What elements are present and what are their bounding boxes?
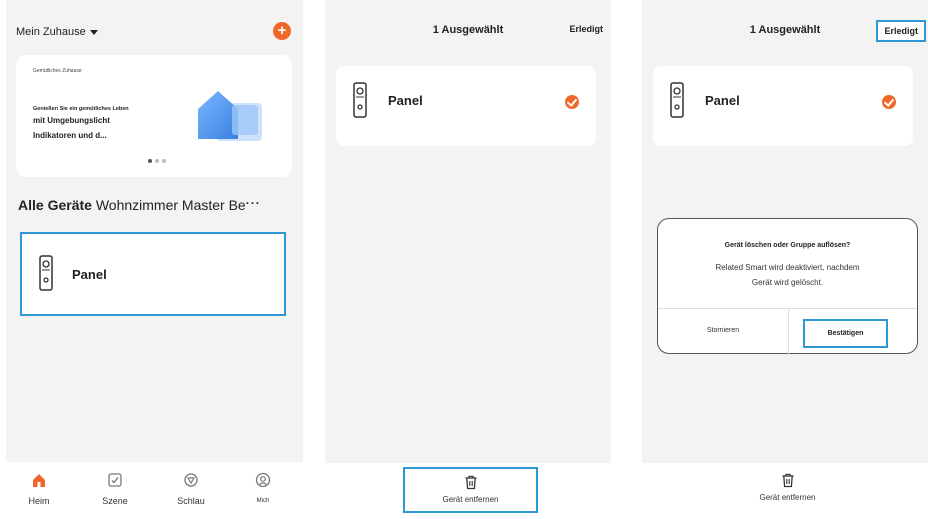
- dialog-overlay: Gerät löschen oder Gruppe auflösen? Rela…: [642, 0, 928, 519]
- home-title: Mein Zuhause: [16, 26, 86, 38]
- caret-down-icon: [89, 29, 98, 35]
- tab-szene[interactable]: Szene: [90, 472, 140, 506]
- remove-device-label: Gerät entfernen: [442, 495, 499, 504]
- dialog-message-line1: Related Smart wird deaktiviert, nachdem: [715, 263, 860, 272]
- done-button[interactable]: Erledigt: [569, 24, 603, 34]
- dialog-button-divider: [788, 308, 789, 354]
- carousel-dot[interactable]: [155, 159, 159, 163]
- dialog-message-line2: Gerät wird gelöscht.: [751, 278, 824, 287]
- smart-icon: [184, 473, 198, 487]
- dialog-message: Related Smart wird deaktiviert, nachdem …: [658, 260, 917, 290]
- room-tabs: Alle Geräte Wohnzimmer Master Be···: [18, 196, 261, 213]
- dialog-title: Gerät löschen oder Gruppe auflösen?: [724, 242, 851, 249]
- selection-title: 1 Ausgewählt: [432, 24, 504, 36]
- selected-check-icon[interactable]: [565, 95, 579, 109]
- more-rooms-button[interactable]: ···: [246, 196, 261, 210]
- delete-confirm-dialog: Gerät löschen oder Gruppe auflösen? Rela…: [657, 218, 918, 354]
- tab-mich[interactable]: Mich: [238, 472, 288, 504]
- carousel-dot[interactable]: [162, 159, 166, 163]
- trash-icon: [465, 475, 476, 490]
- delete-confirm-screen: 1 Ausgewählt Erledigt Panel Gerät entfer…: [642, 0, 928, 519]
- tab-label: Mich: [256, 498, 270, 504]
- panel-device-icon: [39, 255, 53, 291]
- device-card-panel[interactable]: Panel: [20, 232, 286, 316]
- cancel-button[interactable]: Stornieren: [658, 308, 788, 354]
- stage: Mein Zuhause + Gemütliches Zuhause Genie…: [0, 0, 928, 519]
- banner-line3: Indikatoren und d...: [33, 131, 107, 140]
- tab-label: Schlau: [177, 496, 205, 506]
- device-name: Panel: [72, 267, 107, 282]
- scene-icon: [108, 473, 122, 487]
- promo-banner[interactable]: Gemütliches Zuhause Genießen Sie ein gem…: [16, 55, 292, 177]
- banner-line2: mit Umgebungslicht: [33, 116, 110, 125]
- tab-label: Szene: [102, 496, 128, 506]
- bottom-action-bar: Gerät entfernen: [325, 463, 611, 519]
- tab-heim[interactable]: Heim: [14, 472, 64, 506]
- carousel-dots: [148, 159, 166, 163]
- edit-screen: 1 Ausgewählt Erledigt Panel Gerät entfer…: [325, 0, 611, 519]
- home-screen: Mein Zuhause + Gemütliches Zuhause Genie…: [6, 0, 303, 519]
- bottom-tab-bar: Heim Szene Schlau Mich: [6, 462, 303, 519]
- room-tab-all-devices[interactable]: Alle Geräte: [18, 197, 92, 213]
- room-tab-others[interactable]: Wohnzimmer Master Be: [96, 197, 246, 213]
- banner-line1: Genießen Sie ein gemütliches Leben: [33, 106, 129, 112]
- home-icon: [33, 474, 45, 487]
- device-card-panel[interactable]: Panel: [336, 66, 596, 146]
- house-illustration-icon: [198, 91, 262, 141]
- banner-caption: Gemütliches Zuhause: [33, 68, 82, 74]
- tab-label: Heim: [28, 496, 50, 506]
- profile-icon: [255, 472, 271, 488]
- tab-schlau[interactable]: Schlau: [166, 472, 216, 506]
- panel-device-icon: [353, 82, 367, 118]
- confirm-button[interactable]: Bestätigen: [803, 319, 888, 348]
- carousel-dot[interactable]: [148, 159, 152, 163]
- device-name: Panel: [388, 93, 423, 108]
- add-device-button[interactable]: +: [273, 22, 291, 40]
- home-selector[interactable]: Mein Zuhause: [16, 26, 98, 38]
- remove-device-button[interactable]: Gerät entfernen: [403, 467, 538, 513]
